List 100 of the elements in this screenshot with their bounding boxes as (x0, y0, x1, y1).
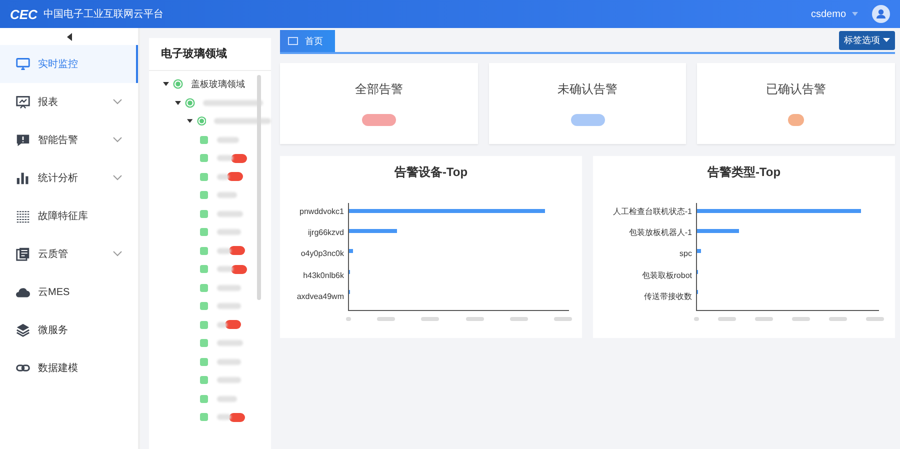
cloud-icon (16, 285, 30, 299)
redacted-label (217, 414, 231, 420)
redacted-label (214, 118, 271, 124)
status-icon (199, 320, 209, 330)
redacted-label (217, 284, 241, 291)
status-icon (199, 190, 209, 200)
redacted-tick (829, 317, 847, 321)
app-title: 中国电子工业互联网云平台 (43, 8, 164, 21)
redacted-tick (718, 317, 736, 321)
redacted-label (217, 358, 241, 365)
axis-label: o4y0p3nc0k (300, 248, 345, 260)
redacted-label (217, 155, 233, 162)
tab-options-button[interactable]: 标签选项 (839, 30, 895, 50)
chevron-icon (113, 137, 122, 143)
redacted-label (217, 174, 229, 180)
redacted-label (217, 136, 239, 143)
user-menu[interactable]: csdemo (810, 8, 846, 20)
card-title: 已确认告警 (766, 81, 826, 98)
status-icon (196, 116, 206, 126)
redacted-tick (377, 317, 396, 321)
redacted-label (203, 100, 263, 106)
expanded-icon[interactable] (175, 100, 181, 105)
redacted-tick (755, 317, 773, 321)
menu-item[interactable]: 实时监控 (0, 45, 138, 83)
table-icon (16, 209, 30, 223)
redacted-tick (792, 317, 810, 321)
status-icon (199, 338, 209, 348)
panel-title: 电子玻璃领域 (149, 38, 271, 71)
tab[interactable]: 首页 (280, 30, 335, 52)
menu-item[interactable]: 报表 (0, 83, 138, 121)
redacted-label (217, 396, 237, 402)
redacted-label (217, 210, 243, 217)
alert-icon (16, 133, 30, 147)
redacted-label (217, 248, 231, 254)
monitor-icon (16, 57, 30, 71)
chevron-icon (113, 175, 122, 181)
axis-label: 包装放板机器人-1 (628, 227, 693, 240)
status-icon (199, 134, 209, 145)
tree-node[interactable]: 盖板玻璃领域 (191, 78, 245, 91)
redacted-tick (694, 317, 699, 321)
axis-label: spc (678, 248, 693, 260)
status-icon (199, 356, 209, 367)
redacted-tick (866, 317, 884, 321)
card-title: 未确认告警 (558, 81, 618, 98)
status-icon (199, 301, 209, 312)
redacted-tick (510, 317, 528, 321)
status-icon (199, 172, 209, 182)
chart-title: 告警类型-Top (707, 164, 781, 181)
status-icon (185, 98, 195, 108)
expanded-icon[interactable] (187, 119, 193, 124)
avatar-icon[interactable] (872, 5, 890, 23)
redacted-label (217, 192, 237, 198)
redacted-tick (554, 317, 572, 321)
axis-label: 包装取板robot (640, 270, 693, 282)
axis-label: 人工检查台联机状态-1 (612, 206, 693, 218)
scrollbar[interactable] (257, 75, 261, 300)
status-icon (199, 394, 209, 404)
status-icon (199, 375, 209, 386)
axis-label: axdvea49wm (296, 290, 345, 303)
layers-icon (16, 323, 30, 337)
status-icon (199, 264, 209, 274)
redacted-label (217, 303, 241, 310)
document-icon (16, 247, 30, 261)
bar-chart-icon (16, 171, 30, 185)
collapse-icon[interactable] (66, 32, 72, 40)
redacted-label (217, 322, 227, 328)
logo[interactable]: CEC (10, 6, 38, 22)
axis-label: ijrg66kzvd (306, 227, 345, 240)
status-icon (199, 282, 209, 293)
axis-label: h43k0nlb6k (302, 270, 345, 282)
chevron-icon (113, 251, 122, 257)
redacted-tick (346, 317, 351, 321)
presentation-icon (16, 95, 30, 109)
menu-item[interactable]: 统计分析 (0, 159, 138, 197)
redacted-tick (466, 317, 484, 321)
redacted-label (217, 266, 233, 272)
menu-item[interactable]: 智能告警 (0, 121, 138, 159)
status-icon (199, 153, 209, 164)
caret-icon (883, 38, 890, 42)
status-icon (199, 227, 209, 238)
axis-label: pnwddvokc1 (298, 206, 345, 218)
status-icon (199, 208, 209, 219)
axis-label: 传送带接收数 (643, 290, 693, 303)
menu-item[interactable]: 云MES (0, 273, 138, 311)
status-icon (199, 412, 209, 422)
expanded-icon[interactable] (163, 82, 169, 86)
redacted-label (217, 340, 243, 346)
redacted-tick (421, 317, 440, 321)
folder-icon (288, 37, 298, 45)
menu-item[interactable]: 故障特征库 (0, 197, 138, 235)
card-title: 全部告警 (354, 81, 403, 98)
menu-item[interactable]: 微服务 (0, 311, 138, 349)
redacted-label (217, 377, 241, 384)
status-icon (173, 79, 183, 90)
redacted-label (217, 229, 241, 236)
chevron-icon (113, 99, 122, 105)
status-icon (199, 246, 209, 256)
menu-item[interactable]: 数据建模 (0, 349, 138, 387)
chart-title: 告警设备-Top (394, 164, 468, 181)
menu-item[interactable]: 云质管 (0, 235, 138, 273)
